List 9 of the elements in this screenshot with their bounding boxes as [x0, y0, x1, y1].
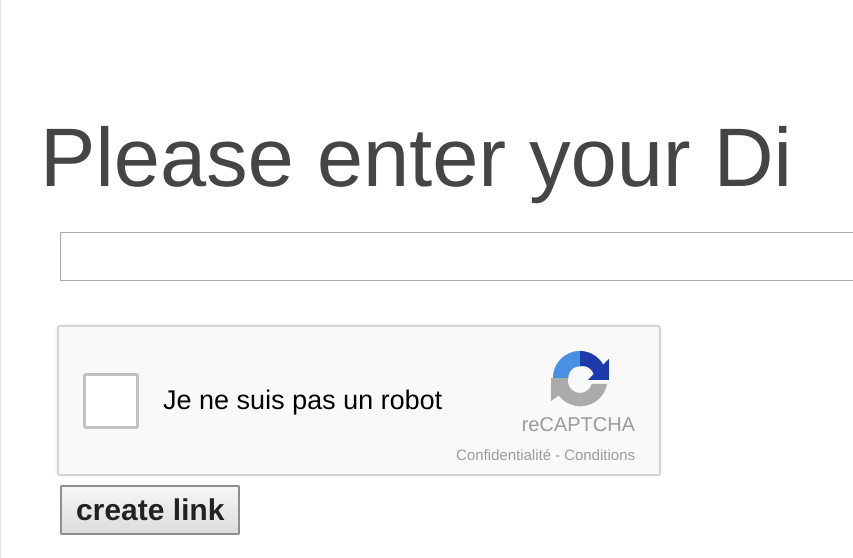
create-link-button[interactable]: create link — [60, 485, 240, 535]
captcha-checkbox[interactable] — [83, 372, 139, 428]
privacy-link[interactable]: Confidentialité — [456, 445, 552, 468]
link-separator: - — [555, 446, 560, 466]
link-input-field[interactable] — [60, 232, 853, 281]
terms-link[interactable]: Conditions — [564, 445, 635, 468]
captcha-label: Je ne suis pas un robot — [163, 384, 444, 418]
page-heading: Please enter your Di — [40, 110, 792, 206]
recaptcha-brand: reCAPTCHA — [522, 413, 635, 437]
